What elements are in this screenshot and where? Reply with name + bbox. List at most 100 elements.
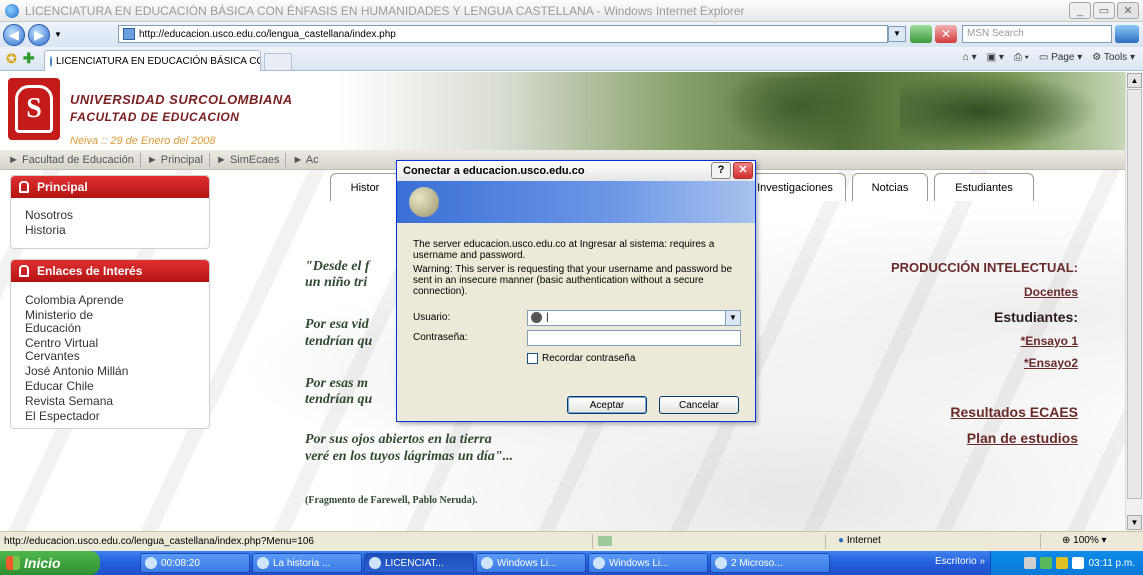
link-el-espectador[interactable]: El Espectador xyxy=(11,410,209,423)
scroll-thumb[interactable] xyxy=(1127,89,1142,499)
zone-label: Internet xyxy=(846,535,881,546)
scroll-down-button[interactable]: ▼ xyxy=(1127,515,1142,530)
tab-licenciatura[interactable]: LICENCIATURA EN EDUCACIÓN BÁSICA CON ÉNF… xyxy=(44,50,261,71)
link-millan[interactable]: José Antonio Millán xyxy=(11,365,209,378)
users-tray-icon[interactable] xyxy=(1024,557,1037,569)
principal-title: Principal xyxy=(37,180,88,194)
principal-box: Principal Nosotros Historia xyxy=(10,175,210,249)
faculty-name: FACULTAD DE EDUCACION xyxy=(70,110,240,124)
header-tree-image-2 xyxy=(900,72,1100,150)
new-tab-button[interactable] xyxy=(264,53,292,70)
messenger-tray-icon[interactable] xyxy=(1072,557,1085,569)
accept-button[interactable]: Aceptar xyxy=(567,396,647,414)
keys-icon xyxy=(409,187,439,217)
zoom-control[interactable]: ⊕ 100% ▾ xyxy=(1062,535,1107,546)
taskbar-item-label: Windows Li... xyxy=(497,557,557,569)
favorites-star-icon[interactable]: ✪ xyxy=(6,51,17,67)
taskbar-item-label: Windows Li... xyxy=(609,557,669,569)
taskbar-item-historia[interactable]: La historia ... xyxy=(252,553,362,573)
taskbar-item-windows-live-1[interactable]: Windows Li... xyxy=(476,553,586,573)
produccion-heading: PRODUCCIÓN INTELECTUAL: xyxy=(890,260,1078,275)
start-button[interactable]: Inicio xyxy=(0,551,100,575)
desktop-toolbar[interactable]: Escritorio » xyxy=(935,556,985,567)
principal-header: Principal xyxy=(11,176,209,198)
add-favorites-icon[interactable]: ✚ xyxy=(23,50,35,67)
user-dropdown-button[interactable]: ▼ xyxy=(725,311,740,325)
link-plan-de-estudios[interactable]: Plan de estudios xyxy=(967,430,1078,446)
estudiantes-heading: Estudiantes: xyxy=(993,309,1078,325)
taskbar-item-timer[interactable]: 00:08:20 xyxy=(140,553,250,573)
search-button[interactable] xyxy=(1115,25,1139,43)
password-input[interactable] xyxy=(527,330,741,346)
minimize-button[interactable]: _ xyxy=(1069,2,1091,19)
feeds-icon[interactable]: ▣ ▾ xyxy=(987,52,1004,63)
scroll-up-button[interactable]: ▲ xyxy=(1127,73,1142,88)
link-cervantes[interactable]: Centro Virtual Cervantes xyxy=(11,337,141,363)
tools-menu-label: Tools xyxy=(1103,52,1128,63)
window-titlebar: LICENCIATURA EN EDUCACIÓN BÁSICA CON ÉNF… xyxy=(0,0,1143,22)
link-resultados-ecaes[interactable]: Resultados ECAES xyxy=(950,404,1078,420)
forward-button[interactable]: ▶ xyxy=(28,23,50,46)
security-tray-icon[interactable] xyxy=(1040,557,1053,569)
enlaces-header: Enlaces de Interés xyxy=(11,260,209,282)
tools-menu[interactable]: ⚙ Tools ▾ xyxy=(1092,52,1135,63)
taskbar-item-windows-live-2[interactable]: Windows Li... xyxy=(588,553,708,573)
desktop-label: Escritorio xyxy=(935,556,977,567)
security-zone: ● Internet xyxy=(838,535,881,546)
system-clock: 03:11 p.m. xyxy=(1088,557,1135,569)
link-docentes[interactable]: Docentes xyxy=(1024,285,1078,299)
remember-password-checkbox[interactable] xyxy=(527,353,538,364)
back-button[interactable]: ◀ xyxy=(3,23,25,46)
tab-estudiantes[interactable]: Estudiantes xyxy=(934,173,1034,201)
ie-app-icon xyxy=(257,557,269,569)
poem-line-1: "Desde el f xyxy=(305,259,370,274)
window-title: LICENCIATURA EN EDUCACIÓN BÁSICA CON ÉNF… xyxy=(25,3,745,18)
tab-investigaciones[interactable]: Investigaciones xyxy=(744,173,846,201)
poem-line-6: tendrían qu xyxy=(305,392,373,407)
dialog-close-button[interactable]: ✕ xyxy=(733,162,753,179)
maximize-button[interactable]: ▭ xyxy=(1093,2,1115,19)
menu-facultad[interactable]: ► Facultad de Educación xyxy=(8,154,134,166)
help-button[interactable]: ? xyxy=(711,162,731,179)
search-input[interactable]: MSN Search xyxy=(962,25,1112,43)
menu-simecaes[interactable]: ► SimEcaes xyxy=(216,154,279,166)
progress-icon xyxy=(598,536,612,546)
header-tree-image xyxy=(720,77,880,150)
address-input[interactable]: http://educacion.usco.edu.co/lengua_cast… xyxy=(118,25,888,43)
link-ministerio[interactable]: Ministerio de Educación xyxy=(11,309,141,335)
link-revista-semana[interactable]: Revista Semana xyxy=(11,395,209,408)
history-dropdown-icon[interactable]: ▼ xyxy=(54,30,62,39)
tab-label: LICENCIATURA EN EDUCACIÓN BÁSICA CON ÉNF… xyxy=(56,55,260,67)
address-dropdown-button[interactable]: ▼ xyxy=(888,26,906,42)
tab-noticias[interactable]: Notcias xyxy=(852,173,928,201)
network-tray-icon[interactable] xyxy=(1056,557,1069,569)
dialog-message-server: The server educacion.usco.edu.co at Ingr… xyxy=(413,239,715,261)
stop-button[interactable]: ✕ xyxy=(935,25,957,43)
window-controls: _ ▭ ✕ xyxy=(1069,2,1139,19)
tab-historia[interactable]: Histor xyxy=(330,173,400,201)
link-colombia-aprende[interactable]: Colombia Aprende xyxy=(11,294,209,307)
close-button[interactable]: ✕ xyxy=(1117,2,1139,19)
home-icon[interactable]: ⌂ ▾ xyxy=(963,52,977,63)
taskbar-item-licenciatura[interactable]: LICENCIAT... xyxy=(364,553,474,573)
user-select[interactable]: | ▼ xyxy=(527,310,741,326)
link-nosotros[interactable]: Nosotros xyxy=(11,209,209,222)
link-ensayo-1[interactable]: *Ensayo 1 xyxy=(1021,334,1078,348)
status-divider xyxy=(1040,534,1041,549)
cancel-button[interactable]: Cancelar xyxy=(659,396,739,414)
menu-ac[interactable]: ► Ac xyxy=(292,154,318,166)
site-date: Neiva :: 29 de Enero del 2008 xyxy=(70,135,216,147)
link-historia[interactable]: Historia xyxy=(11,224,209,237)
link-educar-chile[interactable]: Educar Chile xyxy=(11,380,209,393)
poem-line-3: Por esa vid xyxy=(305,317,369,332)
poem-line-2: un niño tri xyxy=(305,275,368,290)
user-input-value: | xyxy=(546,312,549,323)
print-icon[interactable]: ⎙ ▾ xyxy=(1014,52,1029,63)
link-ensayo-2[interactable]: *Ensayo2 xyxy=(1024,356,1078,370)
refresh-button[interactable] xyxy=(910,25,932,43)
menu-principal[interactable]: ► Principal xyxy=(147,154,203,166)
messenger-app-icon xyxy=(593,557,605,569)
page-menu[interactable]: ▭ Page ▾ xyxy=(1039,52,1082,63)
vertical-scrollbar[interactable]: ▲ ▼ xyxy=(1125,72,1143,531)
taskbar-item-microsoft-word[interactable]: 2 Microso... xyxy=(710,553,830,573)
